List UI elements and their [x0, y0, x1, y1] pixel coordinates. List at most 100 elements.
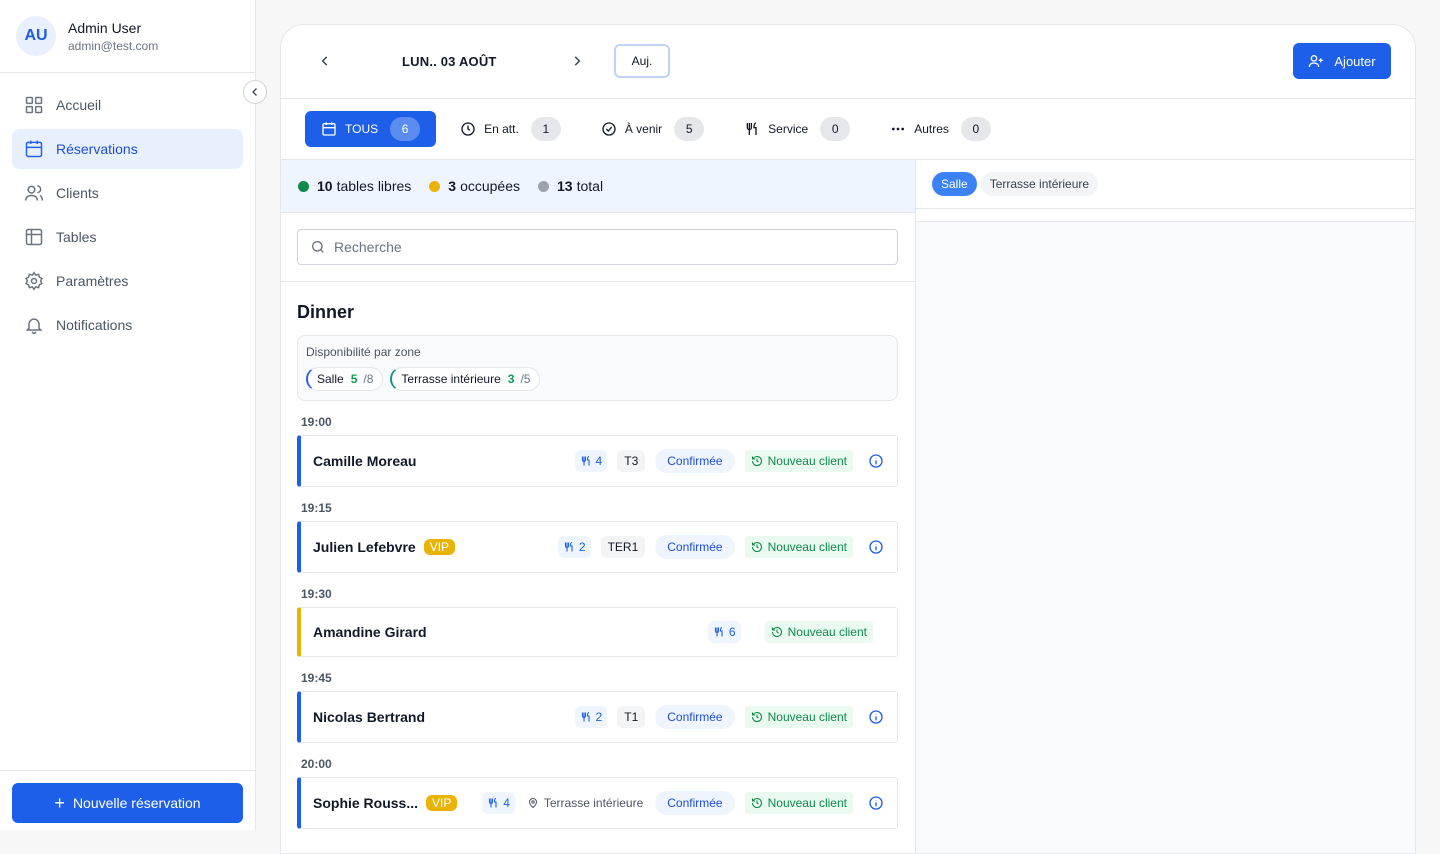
filter-count: 0: [820, 117, 851, 141]
search-box[interactable]: [297, 229, 898, 265]
covers-count: 6: [728, 625, 736, 639]
reservation-row[interactable]: Nicolas Bertrand 2 T1 Confirmée Nouveau …: [297, 691, 898, 743]
new-client-badge: Nouveau client: [744, 536, 853, 558]
status-dot: [538, 180, 550, 192]
new-client-badge: Nouveau client: [744, 792, 853, 814]
stat-label: occupées: [460, 178, 521, 194]
gear-icon: [25, 271, 43, 291]
nav-item-tables[interactable]: Tables: [12, 217, 243, 257]
nav-item-reservations[interactable]: Réservations: [12, 129, 243, 169]
search-input[interactable]: [334, 239, 874, 255]
history-icon: [751, 711, 762, 723]
status-badge: Confirmée: [655, 705, 735, 729]
zone-badge: Terrasse intérieure: [525, 792, 645, 814]
zone-total: /5: [520, 372, 531, 386]
nav-item-notifications[interactable]: Notifications: [12, 305, 243, 345]
new-client-label: Nouveau client: [767, 710, 847, 724]
service-title: Dinner: [297, 302, 355, 322]
utensils-icon: [564, 541, 573, 552]
filter-label: Autres: [914, 122, 949, 136]
collapse-sidebar-button[interactable]: [243, 80, 267, 104]
vip-badge: VIP: [423, 539, 456, 555]
search-bar: [281, 213, 915, 282]
nav-label: Tables: [56, 229, 97, 245]
stat-value: 13: [557, 178, 573, 194]
reservation-tags: 4 T3 Confirmée Nouveau client: [565, 436, 885, 486]
add-label: Ajouter: [1334, 53, 1376, 69]
guest-name: Nicolas Bertrand: [313, 709, 426, 725]
info-button[interactable]: [867, 538, 885, 556]
current-date[interactable]: LUN.. 03 AOÛT: [402, 54, 497, 69]
filter-count: 5: [674, 117, 705, 141]
filter-count: 1: [530, 117, 561, 141]
covers-badge: 6: [707, 621, 741, 643]
today-button[interactable]: Auj.: [614, 44, 670, 78]
info-icon: [869, 540, 883, 554]
new-client-label: Nouveau client: [767, 796, 847, 810]
reservation-row[interactable]: Camille Moreau 4 T3 Confirmée Nouveau cl…: [297, 435, 898, 487]
time-slot: 19:45: [301, 671, 332, 685]
filter-others[interactable]: Autres 0: [874, 111, 1007, 147]
zone-name: Terrasse intérieure: [543, 796, 644, 810]
reservation-list-panel: 10 tables libres 3 occupées 13 total Din…: [281, 160, 916, 853]
stat-free: 10 tables libres: [298, 178, 411, 194]
utensils-icon: [746, 122, 757, 135]
info-button[interactable]: [867, 794, 885, 812]
status-badge: Confirmée: [655, 535, 735, 559]
filter-pending[interactable]: En att. 1: [444, 111, 577, 147]
nav-item-parametres[interactable]: Paramètres: [12, 261, 243, 301]
nav-label: Paramètres: [56, 273, 129, 289]
zone-chip-salle[interactable]: Salle 5 /8: [306, 367, 384, 391]
zone-availability: Disponibilité par zone Salle 5 /8 Terras…: [297, 335, 898, 401]
table-icon: [25, 228, 43, 246]
new-reservation-button[interactable]: + Nouvelle réservation: [12, 783, 243, 823]
guest-name: Julien Lefebvre: [313, 539, 416, 555]
clock-icon: [461, 122, 475, 136]
covers-count: 2: [578, 540, 586, 554]
time-slot: 20:00: [301, 757, 332, 771]
next-day-button[interactable]: [565, 49, 589, 73]
search-icon: [312, 241, 324, 253]
info-button[interactable]: [867, 452, 885, 470]
new-client-badge: Nouveau client: [744, 706, 853, 728]
check-circle-icon: [602, 122, 616, 136]
more-icon: [892, 127, 905, 131]
info-icon: [869, 454, 883, 468]
filter-all[interactable]: TOUS 6: [305, 111, 437, 147]
nav-item-clients[interactable]: Clients: [12, 173, 243, 213]
new-reservation-label: Nouvelle réservation: [72, 795, 201, 811]
chevron-left-icon: [252, 88, 257, 96]
guest-name: Amandine Girard: [313, 624, 427, 640]
filter-upcoming[interactable]: À venir 5: [585, 111, 720, 147]
add-reservation-button[interactable]: Ajouter: [1293, 43, 1391, 79]
zone-chip-terrasse[interactable]: Terrasse intérieure 3 /5: [390, 367, 541, 391]
reservation-tags: 6 Nouveau client: [698, 608, 873, 656]
guest-name: Camille Moreau: [313, 453, 417, 469]
user-profile[interactable]: AU Admin User admin@test.com: [0, 0, 255, 73]
stat-label: total: [576, 178, 604, 194]
info-button[interactable]: [867, 708, 885, 726]
nav-item-accueil[interactable]: Accueil: [12, 85, 243, 125]
new-client-badge: Nouveau client: [764, 621, 873, 643]
table-badge: T1: [617, 706, 646, 728]
previous-day-button[interactable]: [313, 49, 337, 73]
reservation-row[interactable]: Amandine Girard 6 Nouveau client: [297, 607, 898, 657]
filter-count: 0: [960, 117, 991, 141]
users-icon: [24, 185, 44, 201]
history-icon: [771, 626, 782, 638]
main-nav: Accueil Réservations Clients Tables Para…: [0, 73, 255, 345]
reservation-list: Dinner Disponibilité par zone Salle 5 /8…: [281, 282, 915, 829]
tab-terrasse[interactable]: Terrasse intérieure: [980, 172, 1099, 196]
reservation-row[interactable]: Julien Lefebvre VIP 2 TER1 Confirmée Nou…: [297, 521, 898, 573]
new-client-badge: Nouveau client: [744, 450, 853, 472]
reservation-tags: 2 TER1 Confirmée Nouveau client: [548, 522, 885, 572]
reservation-row[interactable]: Sophie Rouss... VIP 4 Terrasse intérieur…: [297, 777, 898, 829]
tab-salle[interactable]: Salle: [932, 172, 977, 196]
sidebar: AU Admin User admin@test.com Accueil Rés…: [0, 0, 256, 830]
status-badge: Confirmée: [655, 449, 735, 473]
filter-service[interactable]: Service 0: [728, 111, 866, 147]
covers-count: 2: [595, 710, 603, 724]
stat-value: 3: [448, 178, 457, 194]
table-stats: 10 tables libres 3 occupées 13 total: [281, 160, 915, 213]
status-filters: TOUS 6 En att. 1 À venir 5 Service 0 Aut…: [281, 99, 1415, 160]
